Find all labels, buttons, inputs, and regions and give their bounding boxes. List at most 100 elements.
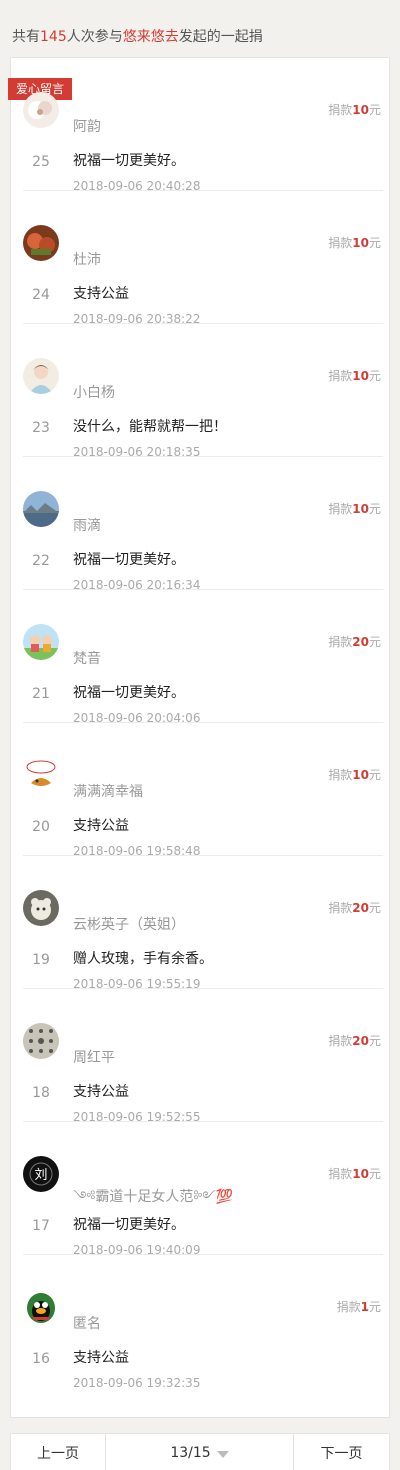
donation-row: 16 匿名 支持公益 2018-09-06 19:32:35 捐款1元 [11,1255,391,1390]
donation-message: 赠人玫瑰，手有余香。 [73,951,213,967]
donation-rank: 24 [32,287,50,303]
donation-rank: 17 [32,1218,50,1234]
donation-message: 没什么，能帮就帮一把！ [73,419,227,435]
cartoon-avatar-icon[interactable] [23,624,59,660]
donation-message: 祝福一切更美好。 [73,153,185,169]
amount-unit: 元 [368,635,381,649]
donation-message: 支持公益 [73,286,129,302]
donation-amount: 捐款20元 [328,633,381,650]
penguin-avatar-icon[interactable] [23,1289,59,1325]
donation-list-panel: 爱心留言 25 阿韵 祝福一切更美好。 2018-09-06 20:40:28 … [8,57,391,1418]
donation-amount: 捐款10元 [328,234,381,251]
donation-row: 刘 17 ༺霸道十足女人范༻💯 祝福一切更美好。 2018-09-06 19:4… [11,1122,391,1257]
amount-unit: 元 [368,901,381,915]
amount-unit: 元 [368,103,381,117]
summary-prefix: 共有 [12,29,40,45]
amount-prefix: 捐款 [328,502,353,516]
donor-name: 雨滴 [73,518,101,534]
amount-prefix: 捐款 [328,1167,353,1181]
summary-middle: 人次参与 [66,29,123,45]
pet-avatar-icon[interactable] [23,890,59,926]
donation-rank: 23 [32,420,50,436]
donation-row: 20 满满滴幸福 支持公益 2018-09-06 19:58:48 捐款10元 [11,723,391,858]
donor-name: 梵音 [73,651,101,667]
donation-message: 支持公益 [73,818,129,834]
amount-unit: 元 [368,1300,381,1314]
current-page-indicator: 13/15 [170,1445,211,1461]
calligraphy-avatar-icon[interactable]: 刘 [23,1156,59,1192]
donation-message: 祝福一切更美好。 [73,1217,185,1233]
amount-unit: 元 [368,768,381,782]
donation-rank: 22 [32,553,50,569]
donation-message: 祝福一切更美好。 [73,685,185,701]
donation-row: 25 阿韵 祝福一切更美好。 2018-09-06 20:40:28 捐款10元 [11,58,391,193]
landscape-avatar-icon[interactable] [23,491,59,527]
donation-rank: 25 [32,154,50,170]
initiator-name[interactable]: 悠来悠去 [123,29,179,45]
donor-name: 杜沛 [73,252,101,268]
sticker-avatar-icon[interactable] [23,757,59,793]
next-page-button[interactable]: 下一页 [294,1434,389,1470]
donation-rank: 20 [32,819,50,835]
amount-value: 10 [352,369,369,383]
donation-message: 祝福一切更美好。 [73,552,185,568]
donation-row: 22 雨滴 祝福一切更美好。 2018-09-06 20:16:34 捐款10元 [11,457,391,592]
donation-row: 19 云彬英子（英姐） 赠人玫瑰，手有余香。 2018-09-06 19:55:… [11,856,391,991]
donation-rank: 19 [32,952,50,968]
amount-prefix: 捐款 [328,103,353,117]
donation-amount: 捐款10元 [328,500,381,517]
amount-prefix: 捐款 [328,901,353,915]
chevron-down-icon [216,1450,229,1458]
amount-value: 10 [352,502,369,516]
pattern-avatar-icon[interactable] [23,1023,59,1059]
pagination: 上一页 13/15 下一页 [10,1433,390,1470]
girl-avatar-icon[interactable] [23,358,59,394]
donation-rank: 18 [32,1085,50,1101]
donation-amount: 捐款20元 [328,899,381,916]
donation-row: 18 周红平 支持公益 2018-09-06 19:52:55 捐款20元 [11,989,391,1124]
donor-name: 满满滴幸福 [73,784,143,800]
donation-time: 2018-09-06 19:32:35 [73,1376,201,1390]
amount-unit: 元 [368,502,381,516]
donation-amount: 捐款10元 [328,1165,381,1182]
amount-value: 20 [352,635,369,649]
donation-rank: 16 [32,1351,50,1367]
donor-name: 匿名 [73,1316,101,1332]
page-selector[interactable]: 13/15 [106,1434,294,1470]
participation-summary: 共有145人次参与悠来悠去发起的一起捐 [12,26,263,46]
donation-message: 支持公益 [73,1084,129,1100]
amount-prefix: 捐款 [328,1034,353,1048]
amount-unit: 元 [368,236,381,250]
donation-row: 21 梵音 祝福一切更美好。 2018-09-06 20:04:06 捐款20元 [11,590,391,725]
amount-unit: 元 [368,369,381,383]
donor-name: 云彬英子（英姐） [73,917,185,933]
donation-amount: 捐款10元 [328,367,381,384]
amount-unit: 元 [368,1034,381,1048]
amount-value: 20 [352,901,369,915]
prev-page-button[interactable]: 上一页 [11,1434,106,1470]
svg-text:刘: 刘 [34,1168,47,1183]
amount-value: 10 [352,1167,369,1181]
donor-name: 周红平 [73,1050,115,1066]
amount-prefix: 捐款 [328,236,353,250]
amount-prefix: 捐款 [328,635,353,649]
donation-row: 24 杜沛 支持公益 2018-09-06 20:38:22 捐款10元 [11,191,391,326]
summary-suffix: 发起的一起捐 [178,29,263,45]
amount-value: 20 [352,1034,369,1048]
amount-value: 10 [352,768,369,782]
donation-rank: 21 [32,686,50,702]
flower-avatar-icon[interactable] [23,92,59,128]
amount-prefix: 捐款 [328,768,353,782]
donation-amount: 捐款20元 [328,1032,381,1049]
amount-value: 1 [360,1300,369,1314]
amount-prefix: 捐款 [328,369,353,383]
donation-row: 23 小白杨 没什么，能帮就帮一把！ 2018-09-06 20:18:35 捐… [11,324,391,459]
donation-message: 支持公益 [73,1350,129,1366]
fruit-avatar-icon[interactable] [23,225,59,261]
donor-name: 小白杨 [73,385,115,401]
amount-unit: 元 [368,1167,381,1181]
participant-count: 145 [40,29,67,45]
amount-value: 10 [352,236,369,250]
amount-prefix: 捐款 [336,1300,361,1314]
donor-name: 阿韵 [73,119,101,135]
